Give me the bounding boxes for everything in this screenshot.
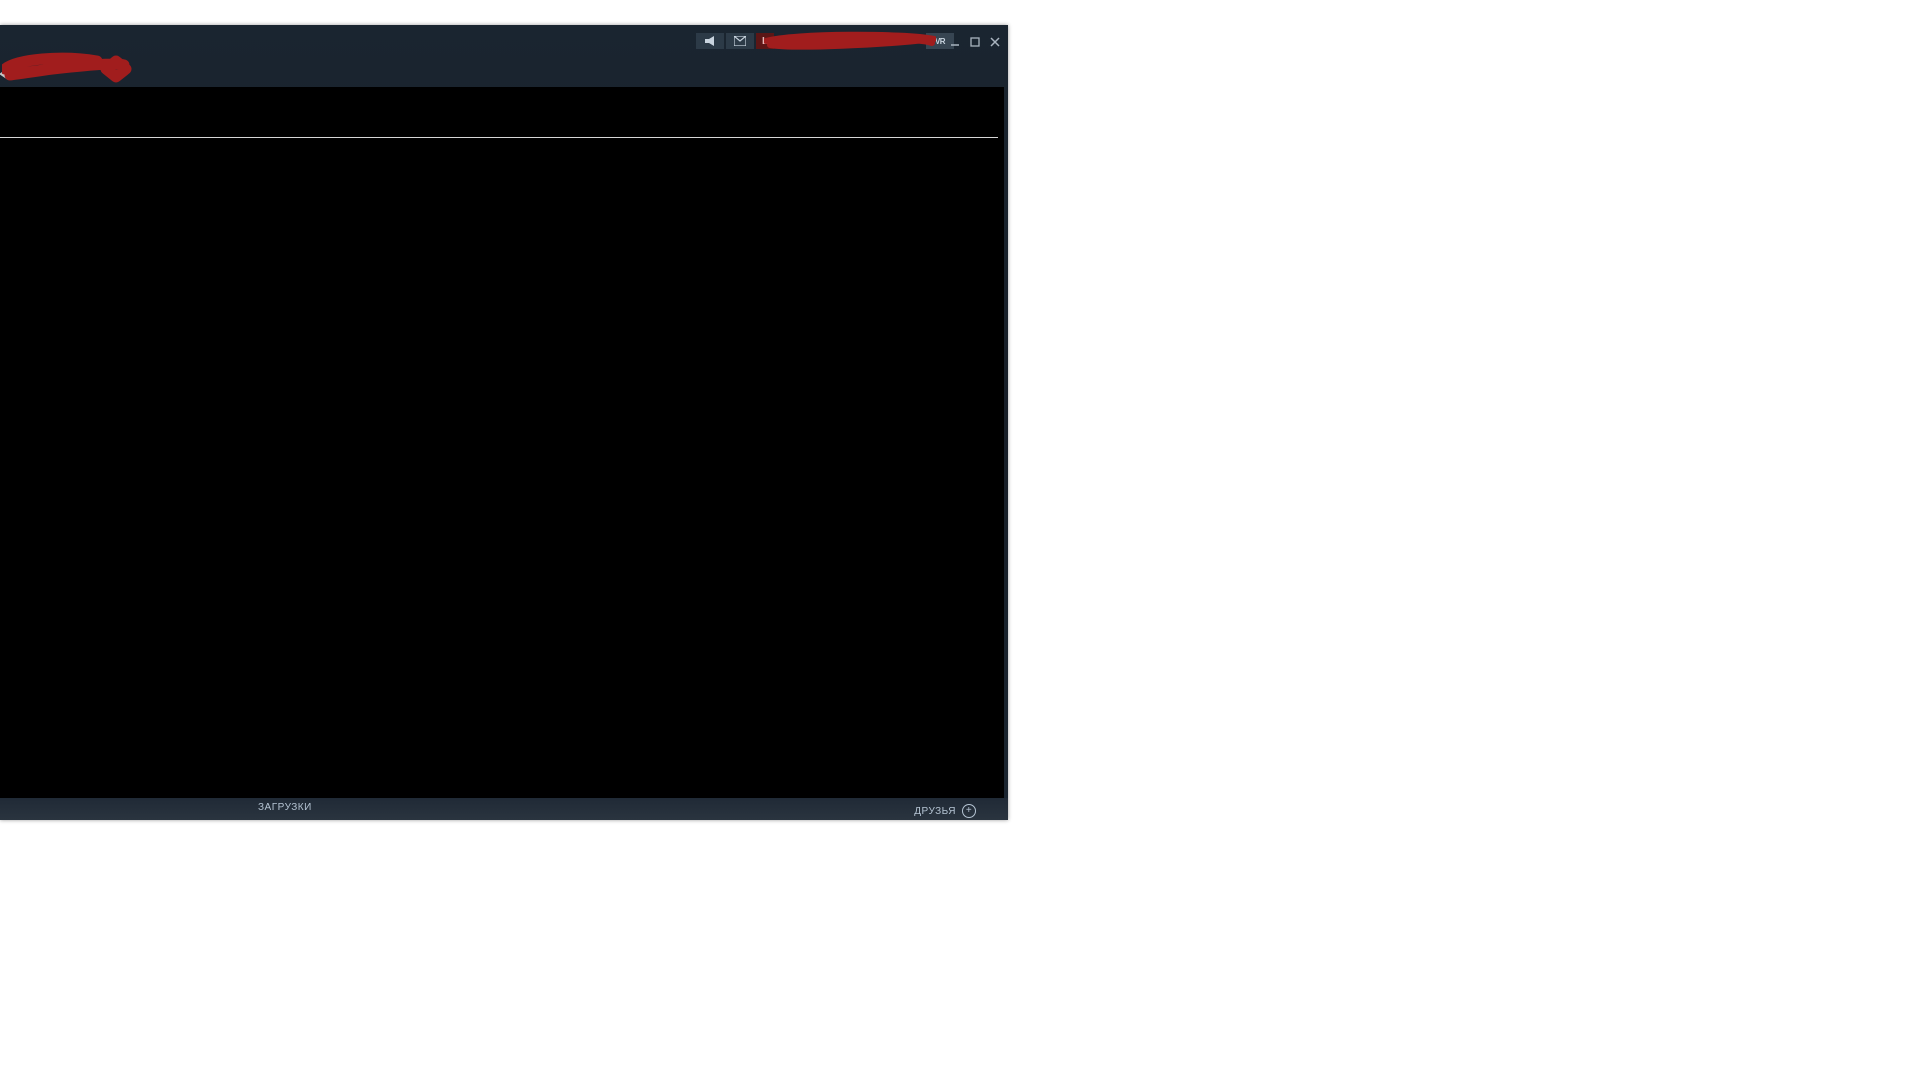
header-user-cluster: L VR — [694, 33, 954, 49]
nav-back-arrow[interactable] — [0, 67, 9, 85]
header-zone: L VR — [0, 25, 1008, 87]
maximize-button[interactable] — [968, 35, 982, 49]
content-area — [0, 87, 1004, 798]
inbox-button[interactable] — [726, 33, 754, 49]
content-divider — [0, 137, 998, 138]
user-name-area[interactable] — [774, 33, 924, 49]
user-avatar[interactable]: L — [756, 33, 774, 49]
announcements-button[interactable] — [696, 33, 724, 49]
add-friend-icon[interactable]: + — [962, 804, 976, 818]
close-button[interactable] — [988, 35, 1002, 49]
redaction-mark — [2, 51, 132, 85]
window-controls — [948, 35, 1002, 49]
downloads-link[interactable]: ЗАГРУЗКИ — [258, 802, 312, 813]
steam-client-window: L VR ЗАГРУЗКИ ДРУЗ — [0, 25, 1008, 820]
friends-link[interactable]: ДРУЗЬЯ + — [914, 804, 976, 818]
minimize-button[interactable] — [948, 35, 962, 49]
friends-label: ДРУЗЬЯ — [914, 806, 956, 817]
footer-bar: ЗАГРУЗКИ ДРУЗЬЯ + — [0, 798, 1008, 820]
